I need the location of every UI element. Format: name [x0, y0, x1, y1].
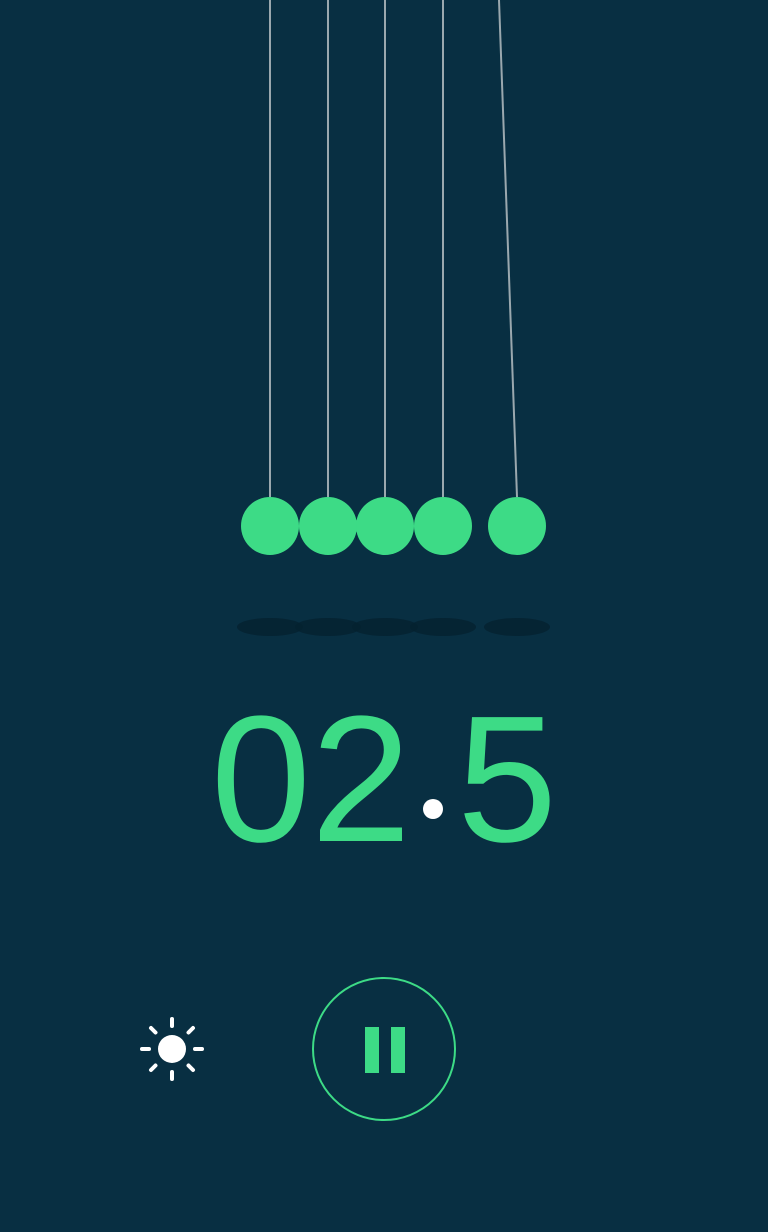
ball-shadow: [484, 618, 550, 636]
pendulum-ball: [356, 497, 414, 555]
pendulum-string: [498, 0, 518, 498]
timer-tenths: 5: [457, 679, 558, 880]
pendulum-ball: [488, 497, 546, 555]
ball-shadow: [295, 618, 361, 636]
ball-shadow: [352, 618, 418, 636]
pause-button[interactable]: [312, 977, 456, 1121]
elapsed-time-display: 02 5: [0, 690, 768, 870]
ball-shadow: [410, 618, 476, 636]
ball-shadow: [237, 618, 303, 636]
pendulum-ball: [414, 497, 472, 555]
sun-icon: [140, 1017, 204, 1081]
timer-decimal-point: [423, 799, 444, 819]
newtons-cradle: [237, 0, 550, 636]
brightness-button[interactable]: [136, 1013, 208, 1085]
pendulum-ball: [299, 497, 357, 555]
timer-seconds: 02: [210, 679, 412, 880]
pendulum-ball: [241, 497, 299, 555]
